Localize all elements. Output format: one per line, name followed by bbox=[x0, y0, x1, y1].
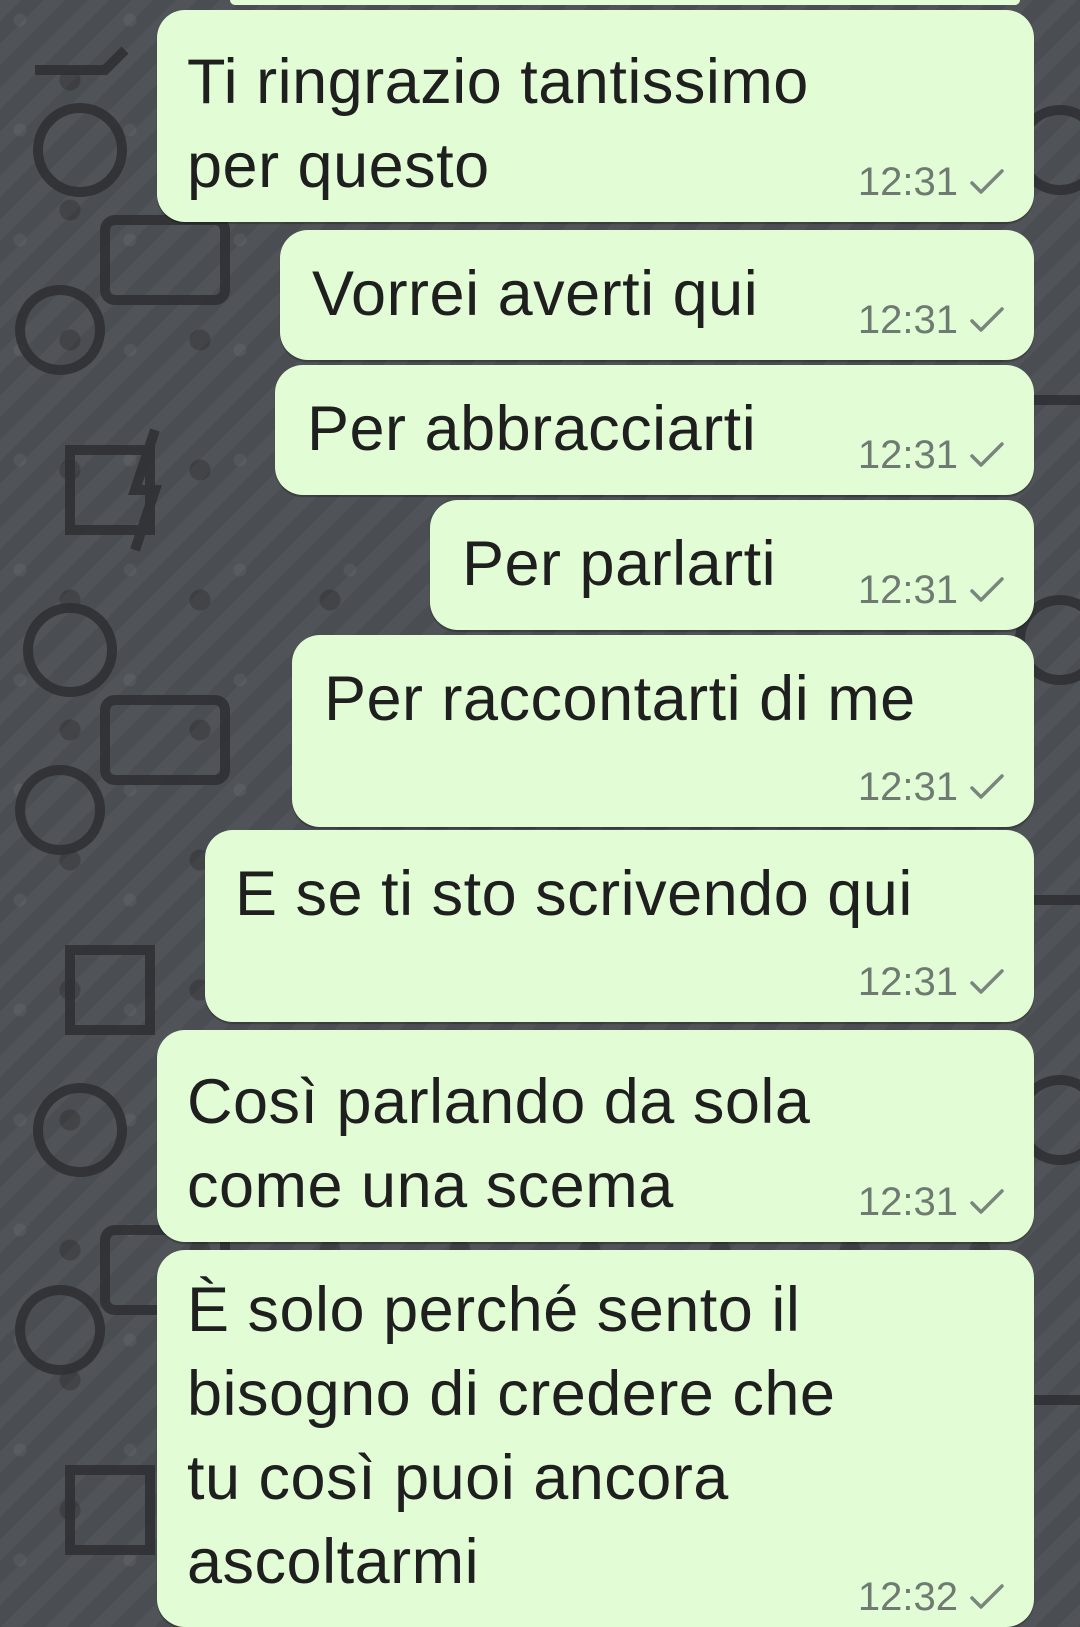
message-time: 12:31 bbox=[857, 1180, 958, 1224]
message-meta: 12:31 bbox=[858, 298, 1006, 342]
message-bubble[interactable]: Vorrei averti qui 12:31 bbox=[280, 230, 1034, 360]
message-text: Per raccontarti di me bbox=[324, 664, 916, 734]
sent-check-icon bbox=[970, 442, 1004, 467]
message-meta: 12:31 bbox=[858, 960, 1006, 1004]
previous-message-edge bbox=[230, 0, 1020, 5]
message-meta: 12:31 bbox=[858, 1180, 1006, 1224]
message-time: 12:31 bbox=[857, 568, 958, 612]
message-meta: 12:32 bbox=[858, 1575, 1006, 1619]
message-text: E se ti sto scrivendo qui bbox=[235, 859, 913, 929]
sent-check-icon bbox=[970, 307, 1004, 332]
message-bubble[interactable]: Per raccontarti di me 12:31 bbox=[292, 635, 1034, 827]
message-meta: 12:31 bbox=[858, 568, 1006, 612]
message-text: Vorrei averti qui bbox=[312, 259, 759, 329]
message-meta: 12:31 bbox=[858, 433, 1006, 477]
sent-check-icon bbox=[970, 774, 1004, 799]
message-text: Così parlando da sola come una scema bbox=[187, 1067, 811, 1221]
sent-check-icon bbox=[970, 1584, 1004, 1609]
message-bubble[interactable]: Per parlarti 12:31 bbox=[430, 500, 1034, 630]
message-bubble[interactable]: Così parlando da sola come una scema 12:3… bbox=[157, 1030, 1034, 1242]
sent-check-icon bbox=[970, 577, 1004, 602]
message-meta: 12:31 bbox=[858, 160, 1006, 204]
message-bubble[interactable]: Ti ringrazio tantissimo per questo 12:31 bbox=[157, 10, 1034, 222]
message-bubble[interactable]: È solo perché sento il bisogno di creder… bbox=[157, 1250, 1034, 1627]
message-time: 12:31 bbox=[857, 298, 958, 342]
message-time: 12:31 bbox=[857, 160, 958, 204]
message-text: Ti ringrazio tantissimo per questo bbox=[187, 47, 809, 201]
sent-check-icon bbox=[970, 1189, 1004, 1214]
message-meta: 12:31 bbox=[858, 765, 1006, 809]
sent-check-icon bbox=[970, 969, 1004, 994]
message-time: 12:31 bbox=[857, 433, 958, 477]
message-text: È solo perché sento il bisogno di creder… bbox=[187, 1275, 836, 1597]
message-time: 12:31 bbox=[857, 960, 958, 1004]
sent-check-icon bbox=[970, 169, 1004, 194]
message-bubble[interactable]: E se ti sto scrivendo qui 12:31 bbox=[205, 830, 1034, 1022]
message-text: Per parlarti bbox=[462, 529, 777, 599]
message-time: 12:31 bbox=[857, 765, 958, 809]
message-text: Per abbracciarti bbox=[307, 394, 757, 464]
message-time: 12:32 bbox=[857, 1575, 958, 1619]
message-bubble[interactable]: Per abbracciarti 12:31 bbox=[275, 365, 1034, 495]
